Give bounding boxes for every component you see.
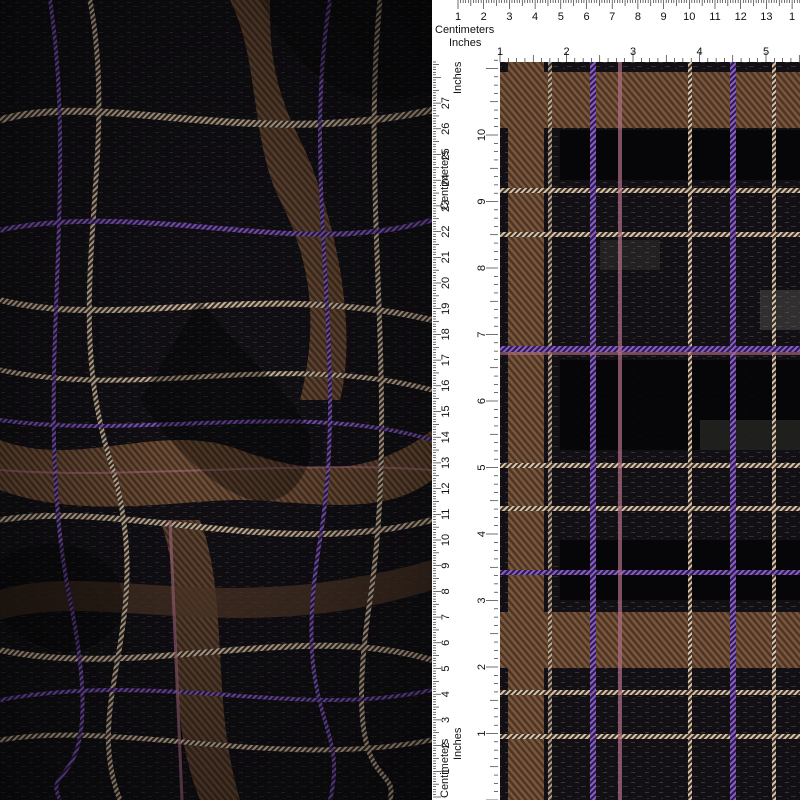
- cm-number: 10: [440, 534, 452, 546]
- top-ruler-inch-label: Inches: [449, 37, 482, 49]
- flat-fabric-swatch: [500, 60, 800, 800]
- cm-number: 6: [440, 640, 452, 646]
- cm-number: 10: [683, 11, 695, 23]
- left-ruler-inch-label-top: Inches: [452, 61, 464, 94]
- inch-number: 10: [476, 129, 488, 141]
- cm-number: 11: [709, 11, 720, 23]
- cm-number: 21: [440, 251, 452, 263]
- inch-number: 4: [476, 531, 488, 537]
- cm-number: 3: [440, 717, 452, 723]
- cm-number: 1: [455, 11, 461, 23]
- cm-number: 1: [440, 768, 452, 774]
- cm-number: 24: [440, 174, 452, 186]
- inch-number: 3: [630, 46, 636, 58]
- cm-number: 25: [440, 148, 452, 160]
- cm-number: 15: [440, 405, 452, 417]
- cm-number: 8: [635, 11, 641, 23]
- top-ruler-cm-label: Centimeters: [435, 24, 495, 36]
- inch-number: 5: [476, 464, 488, 470]
- inch-number: 2: [476, 664, 488, 670]
- cm-number: 6: [583, 11, 589, 23]
- cm-number: 4: [532, 11, 538, 23]
- inch-number: 3: [476, 597, 488, 603]
- top-ruler: Centimeters Inches 1 2 3 4 5 6 7 8 9 10 11 12 13 1 12…: [432, 0, 800, 62]
- left-ruler-inch-label-bottom: Inches: [452, 727, 464, 760]
- cm-number: 12: [440, 482, 452, 494]
- cm-number: 13: [760, 11, 772, 23]
- cm-number: 20: [440, 277, 452, 289]
- inch-number: 2: [563, 46, 569, 58]
- cm-number: 7: [609, 11, 615, 23]
- inch-number: 4: [696, 46, 702, 58]
- cm-number: 3: [506, 11, 512, 23]
- cm-number: 12: [735, 11, 747, 23]
- cm-number: 1: [789, 11, 795, 23]
- fabric-photo: Centimeters Inches 1 2 3 4 5 6 7 8 9 10 11 12 13 1 12…: [0, 0, 800, 800]
- cm-number: 5: [558, 11, 564, 23]
- cm-number: 18: [440, 328, 452, 340]
- cm-number: 9: [661, 11, 667, 23]
- inch-number: 6: [476, 398, 488, 404]
- cm-number: 2: [440, 743, 452, 749]
- cm-number: 16: [440, 380, 452, 392]
- cm-number: 22: [440, 225, 452, 237]
- inch-number: 9: [476, 198, 488, 204]
- cm-number: 11: [440, 509, 452, 520]
- cm-number: 4: [440, 691, 452, 697]
- cm-number: 14: [440, 431, 452, 443]
- inch-number: 1: [476, 730, 488, 736]
- cm-number: 23: [440, 200, 452, 212]
- cm-number: 26: [440, 123, 452, 135]
- cm-number: 2: [481, 11, 487, 23]
- cm-number: 8: [440, 588, 452, 594]
- cm-number: 7: [440, 614, 452, 620]
- cm-number: 9: [440, 563, 452, 569]
- inch-number: 7: [476, 331, 488, 337]
- inch-number: 8: [476, 265, 488, 271]
- cm-number: 5: [440, 665, 452, 671]
- cm-number: 17: [440, 354, 452, 366]
- cm-number: 13: [440, 457, 452, 469]
- cm-number: 27: [440, 97, 452, 109]
- inch-number: 5: [763, 46, 769, 58]
- cm-number: 19: [440, 303, 452, 315]
- left-ruler: Centimeters Inches Centimeters Inches 12…: [432, 56, 498, 800]
- draped-fabric: [0, 0, 432, 800]
